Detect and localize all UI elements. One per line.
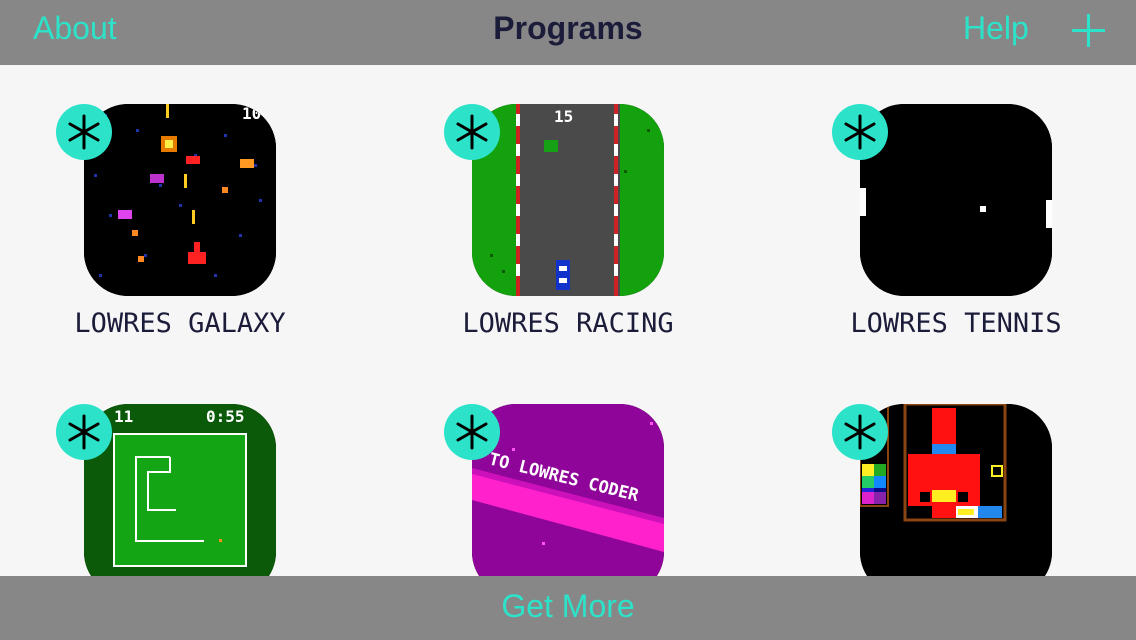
galaxy-screenshot: 10 [84, 104, 276, 296]
editor-screenshot [860, 404, 1052, 576]
score-readout: 10 [242, 104, 261, 123]
time-readout: 0:55 [206, 407, 245, 426]
program-thumbnail[interactable] [860, 104, 1052, 296]
asterisk-icon[interactable] [444, 404, 500, 460]
program-thumbnail[interactable]: 11 0:55 [84, 404, 276, 576]
program-tile-tennis[interactable]: LOWRES TENNIS [776, 65, 1076, 365]
asterisk-icon[interactable] [832, 104, 888, 160]
asterisk-icon[interactable] [444, 104, 500, 160]
program-thumbnail[interactable]: TO LOWRES CODER [472, 404, 664, 576]
program-tile-editor[interactable] [776, 365, 1076, 576]
program-tile-racing[interactable]: 15 LOWRES RACING [388, 65, 688, 365]
asterisk-icon[interactable] [832, 404, 888, 460]
score-readout: 15 [554, 107, 573, 126]
program-tile-snake[interactable]: 11 0:55 [0, 365, 300, 576]
snake-screenshot: 11 0:55 [84, 404, 276, 576]
program-name: LOWRES GALAXY [74, 308, 286, 339]
asterisk-icon[interactable] [56, 104, 112, 160]
navigation-bar: About Programs Help [0, 0, 1136, 65]
program-tile-scroller[interactable]: TO LOWRES CODER [388, 365, 688, 576]
program-name: LOWRES TENNIS [850, 308, 1062, 339]
program-thumbnail[interactable]: 15 [472, 104, 664, 296]
program-tile-galaxy[interactable]: 10 LOWRES GALAXY [0, 65, 300, 365]
program-thumbnail[interactable] [860, 404, 1052, 576]
program-name: LOWRES RACING [462, 308, 674, 339]
asterisk-icon[interactable] [56, 404, 112, 460]
get-more-button[interactable]: Get More [0, 588, 1136, 625]
score-readout: 11 [114, 407, 133, 426]
programs-grid: 10 LOWRES GALAXY 15 LOWRES RACING LOWRES… [0, 65, 1136, 576]
racing-screenshot: 15 [472, 104, 664, 296]
program-thumbnail[interactable]: 10 [84, 104, 276, 296]
bottom-toolbar: Get More [0, 576, 1136, 640]
scroller-screenshot: TO LOWRES CODER [472, 404, 664, 576]
help-button[interactable]: Help [963, 10, 1029, 47]
plus-icon[interactable] [1072, 14, 1105, 47]
tennis-screenshot [860, 104, 1052, 296]
